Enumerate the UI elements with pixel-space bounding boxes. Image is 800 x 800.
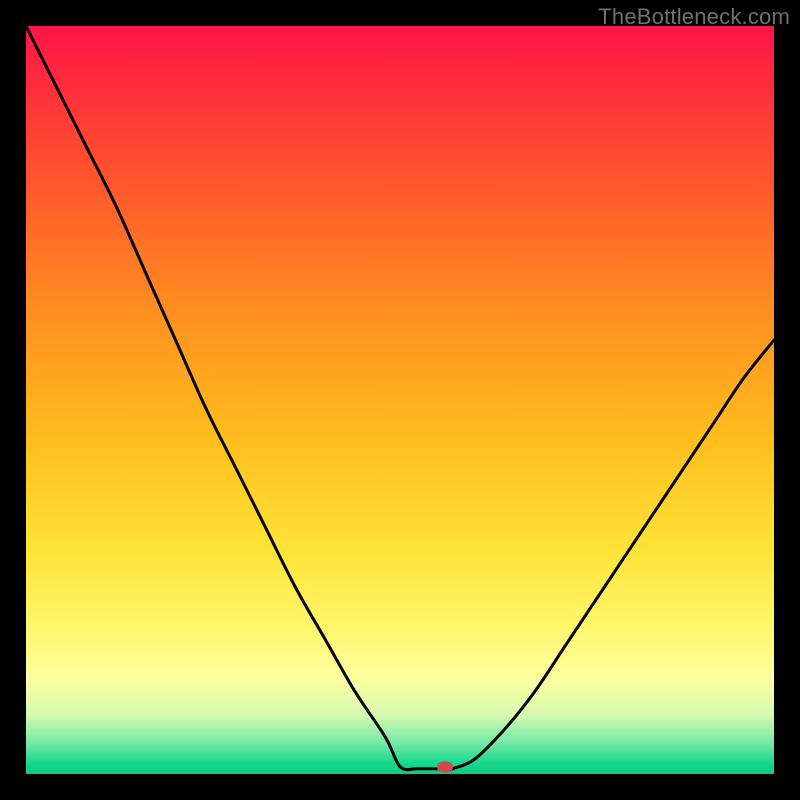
watermark-text: TheBottleneck.com xyxy=(598,4,790,30)
chart-frame: TheBottleneck.com xyxy=(0,0,800,800)
plot-area xyxy=(26,26,774,774)
bottleneck-curve xyxy=(26,26,774,774)
min-marker xyxy=(437,762,453,773)
